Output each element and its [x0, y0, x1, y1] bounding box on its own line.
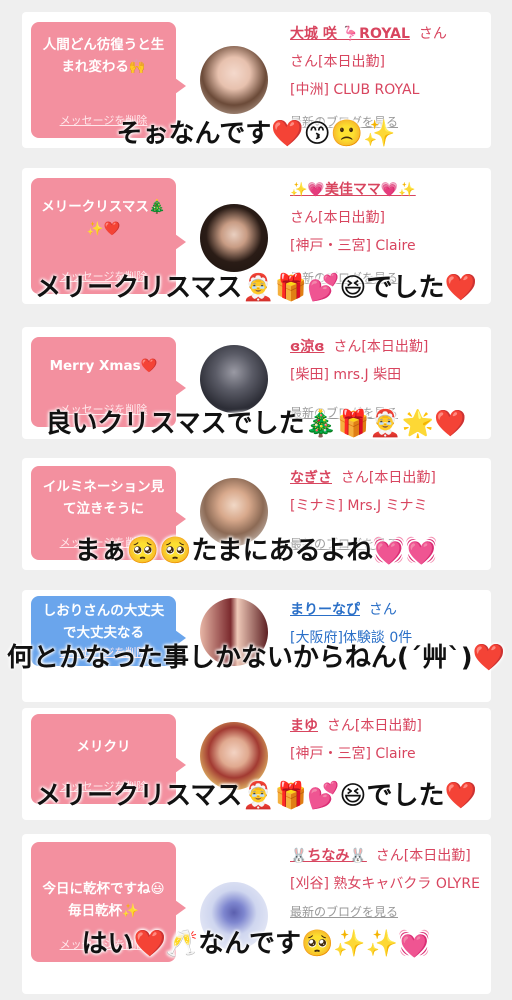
profile-name-link[interactable]: ɞ涼ɞ — [290, 339, 324, 355]
message-text: メリークリスマス🎄✨❤️ — [41, 199, 166, 237]
status-line: さん[本日出勤] — [326, 718, 422, 734]
overlay-caption: 何とかなった事しかないからねん(´艸`)❤️ — [0, 640, 512, 676]
avatar[interactable] — [200, 46, 268, 114]
status-line: さん[本日出勤] — [290, 210, 385, 226]
status-line: さん[本日出勤] — [340, 470, 436, 486]
overlay-caption: メリークリスマス🤶🎁💕😆でした❤️ — [0, 270, 512, 306]
profile-info: まゆ さん[本日出勤] [神戸・三宮] Claire — [290, 712, 485, 768]
shop-line: [神戸・三宮] Claire — [290, 238, 416, 254]
status-line: さん[本日出勤] — [333, 339, 429, 355]
profile-info: 🐰ちなみ🐰 さん[本日出勤] [刈谷] 熟女キャバクラ OLYRE 最新のブログ… — [290, 842, 485, 926]
profile-name-link[interactable]: まゆ — [290, 718, 318, 734]
status-line: さん — [368, 602, 397, 618]
message-text: 今日に乾杯ですね😃毎日乾杯✨ — [42, 881, 165, 919]
profile-name-link[interactable]: なぎさ — [290, 470, 332, 486]
avatar[interactable] — [200, 345, 268, 413]
overlay-caption: 良いクリスマスでした🎄🎁🤶🌟❤️ — [45, 409, 467, 439]
message-text: 人間どん彷徨うと生まれ変わる🙌 — [42, 37, 165, 75]
profile-name-link[interactable]: ✨💗美佳ママ💗✨ — [290, 182, 416, 198]
shop-line: [刈谷] 熟女キャバクラ OLYRE — [290, 876, 480, 892]
profile-name-link[interactable]: 大城 咲 🦩ROYAL — [290, 26, 410, 42]
blog-link[interactable]: 最新のブログを見る — [290, 898, 485, 926]
shop-line: [柴田] mrs.J 柴田 — [290, 367, 402, 383]
overlay-caption: そぉなんです❤️😙🙁✨ — [116, 119, 396, 149]
message-text: メリクリ — [76, 739, 131, 755]
shop-line: [神戸・三宮] Claire — [290, 746, 416, 762]
bubble-tail — [175, 233, 186, 250]
message-text: しおりさんの大丈夫で大丈夫なる — [42, 603, 165, 641]
profile-name-link[interactable]: 🐰ちなみ🐰 — [290, 848, 367, 864]
bubble-tail — [175, 757, 186, 774]
bubble-tail — [175, 511, 186, 528]
profile-name-link[interactable]: まりーなぴ — [290, 602, 360, 618]
notification-card: 今日に乾杯ですね😃毎日乾杯✨ メッセージを削除 🐰ちなみ🐰 さん[本日出勤] [… — [22, 834, 491, 994]
status-line: さん[本日出勤] — [290, 54, 385, 70]
overlay-caption: まぁ🥺🥺たまにあるよね💓💓 — [74, 536, 438, 566]
status-line: さん[本日出勤] — [375, 848, 471, 864]
overlay-caption: はい❤️🥂なんです🥺✨✨💓 — [81, 929, 431, 959]
overlay-caption-text: メリークリスマス🤶🎁💕😆でした❤️ — [35, 273, 477, 303]
shop-line: [ミナミ] Mrs.J ミナミ — [290, 498, 428, 514]
overlay-caption: メリークリスマス🤶🎁💕😆でした❤️ — [0, 778, 512, 814]
shop-line: [中洲] CLUB ROYAL — [290, 82, 420, 98]
message-text: Merry Xmas❤️ — [49, 358, 158, 374]
bubble-tail — [175, 77, 186, 94]
san-label: さん — [418, 26, 447, 42]
overlay-caption-text: 何とかなった事しかないからねん(´艸`)❤️ — [6, 643, 506, 673]
overlay-caption-text: メリークリスマス🤶🎁💕😆でした❤️ — [35, 781, 477, 811]
bubble-tail — [175, 899, 186, 916]
bubble-tail — [175, 380, 186, 397]
message-text: イルミネーション見て泣きそうに — [42, 479, 165, 517]
avatar[interactable] — [200, 204, 268, 272]
